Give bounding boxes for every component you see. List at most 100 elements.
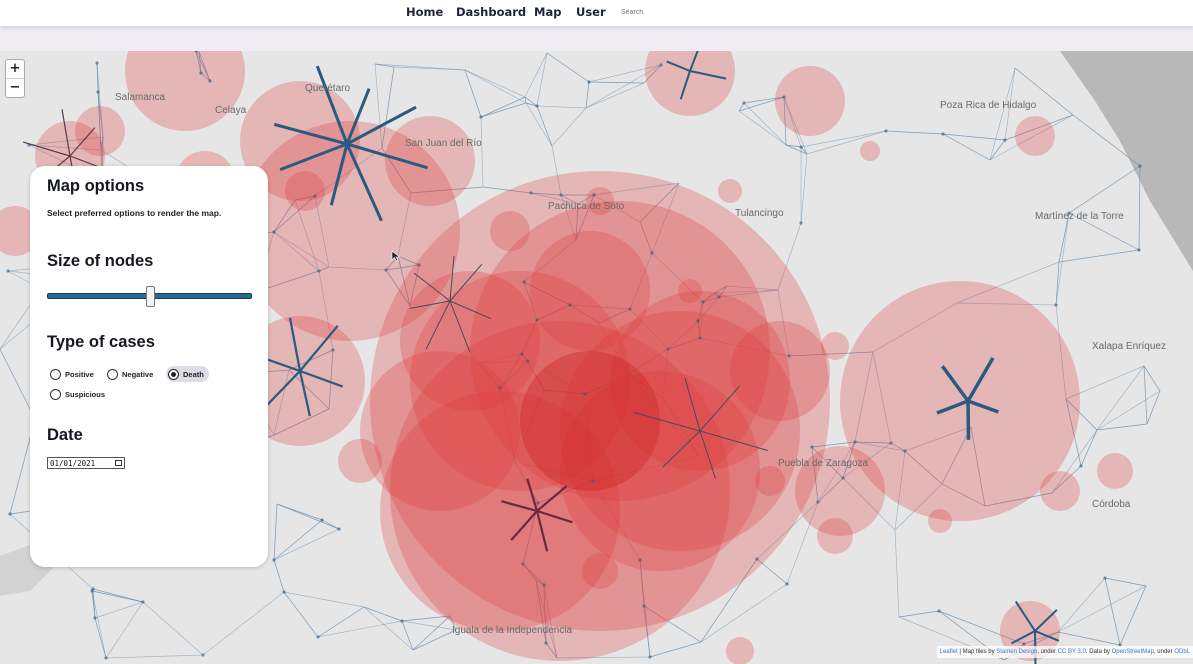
case-node-circle (1015, 116, 1055, 156)
case-node-circle (678, 279, 702, 303)
cc-by-link[interactable]: CC BY 3.0 (1058, 649, 1086, 655)
network-node-dot (535, 318, 539, 322)
network-node-dot (93, 616, 97, 620)
network-node-dot (141, 600, 145, 604)
radio-label: Positive (65, 369, 94, 379)
case-node-circle (582, 553, 618, 589)
place-label: Xalapa Enríquez (1092, 341, 1166, 352)
nav-user-link[interactable]: User (576, 5, 606, 19)
place-label: Córdoba (1092, 499, 1131, 510)
radio-circle-icon[interactable] (50, 388, 61, 400)
case-node-circle (860, 141, 880, 161)
search-input[interactable] (618, 4, 694, 20)
network-node-dot (648, 655, 652, 659)
network-node-dot (937, 609, 941, 613)
radio-label: Death (183, 369, 204, 379)
zoom-out-button[interactable]: − (6, 79, 24, 97)
case-node-circle (1097, 453, 1133, 489)
nav-map-link[interactable]: Map (534, 5, 561, 19)
radio-circle-icon[interactable] (107, 368, 118, 380)
place-label: Poza Rica de Hidalgo (940, 100, 1037, 111)
network-node-dot (717, 295, 721, 299)
case-node-circle (1040, 471, 1080, 511)
case-node-circle (338, 439, 382, 483)
network-node-dot (208, 79, 212, 83)
date-input[interactable]: 01/01/2021 (47, 457, 125, 469)
zoom-control: + − (5, 59, 25, 98)
network-node-dot (587, 80, 591, 84)
type-of-cases-heading: Type of cases (47, 333, 155, 351)
nav-dashboard-link[interactable]: Dashboard (456, 5, 526, 19)
network-node-dot (1079, 464, 1083, 468)
network-node-dot (903, 449, 907, 453)
network-node-dot (95, 61, 99, 65)
date-heading: Date (47, 426, 83, 444)
network-node-dot (698, 336, 702, 340)
place-label: Puebla de Zaragoza (778, 458, 869, 469)
odbl-link[interactable]: ODbL (1174, 649, 1190, 655)
case-node-circle (285, 171, 325, 211)
radio-negative[interactable]: Negative (107, 366, 153, 382)
network-node-dot (6, 269, 10, 273)
radio-death[interactable]: Death (166, 366, 209, 382)
place-label: Celaya (215, 105, 247, 116)
network-node-dot (313, 194, 317, 198)
calendar-icon[interactable] (115, 460, 122, 466)
network-node-dot (592, 193, 596, 197)
network-node-dot (282, 590, 286, 594)
mouse-cursor-icon (391, 250, 401, 262)
network-node-dot (810, 445, 814, 449)
attribution-text: , under (1037, 649, 1058, 655)
network-node-dot (479, 115, 483, 119)
radio-suspicious[interactable]: Suspicious (50, 386, 105, 402)
network-node-dot (316, 635, 320, 639)
network-node-dot (535, 104, 539, 108)
attribution-text: , under (1153, 649, 1175, 655)
radio-selected-icon[interactable] (168, 368, 179, 380)
case-node-circle (490, 211, 530, 251)
node-size-slider[interactable] (47, 286, 252, 308)
map-options-panel: Map options Select preferred options to … (30, 166, 268, 567)
network-node-dot (853, 440, 857, 444)
panel-description: Select preferred options to render the m… (47, 208, 222, 218)
network-node-dot (331, 348, 335, 352)
network-node-dot (384, 268, 388, 272)
radio-positive[interactable]: Positive (50, 366, 94, 382)
place-label: Martínez de la Torre (1035, 211, 1124, 222)
radio-circle-icon[interactable] (50, 368, 61, 380)
network-node-dot (799, 221, 803, 225)
stamen-link[interactable]: Stamen Design (996, 649, 1037, 655)
slider-thumb[interactable] (145, 286, 155, 307)
size-of-nodes-heading: Size of nodes (47, 252, 154, 270)
place-label: San Juan del Río (405, 138, 482, 149)
network-node-dot (659, 63, 663, 67)
attribution-text: . Data by (1085, 649, 1112, 655)
place-label: Salamanca (115, 92, 165, 103)
zoom-in-button[interactable]: + (6, 60, 24, 79)
network-node-dot (536, 501, 540, 505)
network-node-dot (787, 354, 791, 358)
osm-link[interactable]: OpenStreetMap (1112, 649, 1154, 655)
network-node-dot (272, 230, 276, 234)
attribution-text: | Map tiles by (957, 649, 997, 655)
network-node-dot (1054, 303, 1058, 307)
network-node-dot (526, 359, 530, 363)
header-spacer-band (0, 26, 1193, 51)
top-navigation-bar: Home Dashboard Map User (0, 0, 1193, 26)
leaflet-link[interactable]: Leaflet (940, 649, 958, 655)
network-node-dot (320, 518, 324, 522)
network-node-dot (696, 319, 700, 323)
case-node-circle (928, 509, 952, 533)
network-node-dot (666, 347, 670, 351)
network-node-dot (542, 583, 546, 587)
case-node-circle (817, 518, 853, 554)
network-node-dot (591, 479, 595, 483)
nav-home-link[interactable]: Home (406, 5, 443, 19)
network-node-dot (941, 132, 945, 136)
network-node-dot (884, 129, 888, 133)
network-node-dot (583, 392, 587, 396)
case-node-circle (730, 321, 830, 421)
network-node-dot (96, 90, 100, 94)
case-node-circle (75, 106, 125, 156)
network-node-dot (27, 143, 31, 147)
